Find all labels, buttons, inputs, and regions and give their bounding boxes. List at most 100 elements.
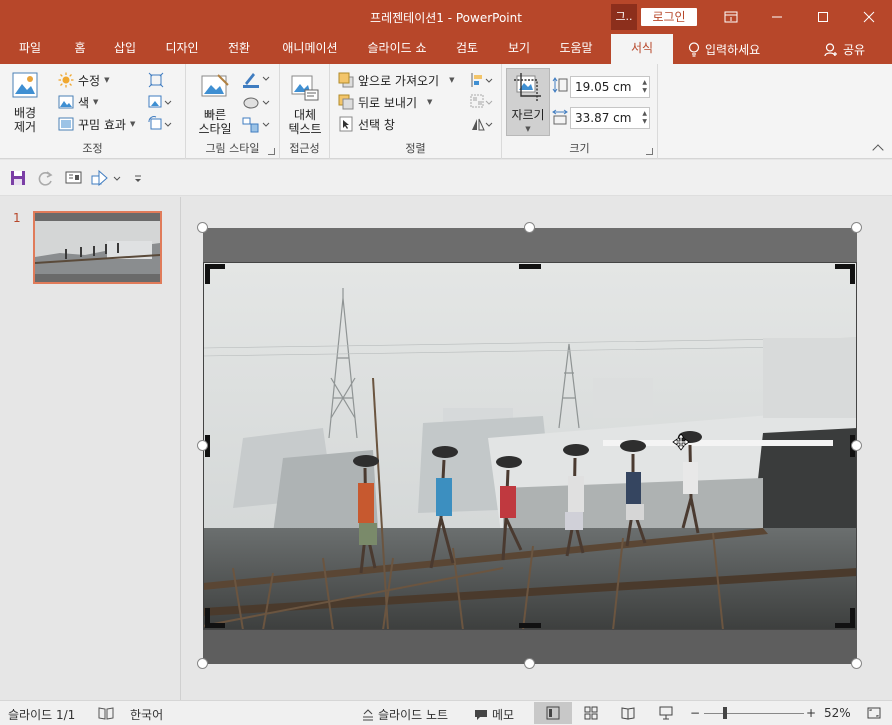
- tab-home[interactable]: 홈: [64, 34, 96, 64]
- tab-format[interactable]: 서식: [611, 34, 673, 64]
- selection-pane-icon: [339, 116, 353, 132]
- normal-view-button[interactable]: [534, 702, 572, 724]
- change-picture-icon[interactable]: [148, 94, 172, 110]
- rotate-icon[interactable]: [470, 116, 496, 132]
- picture-styles-dialog-launcher[interactable]: [268, 148, 275, 155]
- width-spinner[interactable]: ▲ ▼: [642, 110, 647, 126]
- alt-text-icon: [291, 75, 319, 101]
- minimize-button[interactable]: [754, 0, 800, 34]
- quick-styles-button[interactable]: 빠른 스타일: [190, 72, 240, 136]
- from-beginning-icon[interactable]: [64, 168, 84, 188]
- size-dialog-launcher[interactable]: [646, 148, 653, 155]
- crop-icon: [514, 73, 541, 101]
- slideshow-view-icon[interactable]: [659, 706, 673, 720]
- user-account-button[interactable]: 그..: [611, 4, 637, 30]
- resize-handle-top[interactable]: [524, 222, 535, 233]
- redo-icon[interactable]: [36, 168, 56, 188]
- resize-handle-bottom[interactable]: [524, 658, 535, 669]
- comments-label: 메모: [492, 708, 515, 722]
- close-button[interactable]: [846, 0, 892, 34]
- person-icon: [824, 42, 837, 56]
- tell-me-label: 입력하세요: [705, 43, 761, 57]
- send-backward-button[interactable]: 뒤로 보내기 ▼: [338, 92, 432, 112]
- ribbon-display-options-button[interactable]: [708, 0, 754, 34]
- remove-background-icon: [12, 72, 38, 98]
- color-button[interactable]: 색 ▼: [58, 92, 98, 112]
- notes-label: 슬라이드 노트: [378, 708, 449, 722]
- height-input[interactable]: 19.05 cm ▲ ▼: [570, 76, 650, 98]
- comments-button[interactable]: 메모: [474, 706, 514, 723]
- tab-help[interactable]: 도움말: [550, 34, 602, 64]
- quick-styles-label-2: 스타일: [198, 122, 232, 136]
- remove-background-button[interactable]: 배경 제거: [6, 70, 44, 134]
- quick-styles-label-1: 빠른: [203, 108, 227, 122]
- tab-animations[interactable]: 애니메이션: [272, 34, 348, 64]
- corrections-button[interactable]: 수정 ▼: [58, 70, 109, 90]
- picture-effects-icon[interactable]: [242, 94, 270, 112]
- tell-me-search[interactable]: 입력하세요: [688, 41, 760, 58]
- customize-toolbar-icon[interactable]: [130, 168, 150, 188]
- arrange-group-label: 정렬: [405, 142, 426, 155]
- artistic-effects-icon: [58, 117, 74, 131]
- crop-button[interactable]: 자르기 ▼: [506, 68, 550, 136]
- normal-view-icon: [546, 706, 560, 720]
- fit-to-window-icon[interactable]: [866, 706, 882, 720]
- resize-handle-top-left[interactable]: [197, 222, 208, 233]
- resize-handle-top-right[interactable]: [851, 222, 862, 233]
- cropped-picture[interactable]: [203, 228, 857, 664]
- zoom-in-button[interactable]: +: [806, 706, 816, 720]
- width-value: 33.87 cm: [575, 111, 632, 125]
- notes-button[interactable]: 슬라이드 노트: [362, 706, 448, 723]
- tab-slideshow[interactable]: 슬라이드 쇼: [358, 34, 436, 64]
- width-input[interactable]: 33.87 cm ▲ ▼: [570, 107, 650, 129]
- send-backward-icon: [338, 94, 354, 110]
- zoom-slider[interactable]: [704, 713, 804, 714]
- tab-review[interactable]: 검토: [446, 34, 488, 64]
- resize-handle-bottom-left[interactable]: [197, 658, 208, 669]
- accessibility-checker-icon[interactable]: [98, 706, 114, 720]
- accessibility-group-label: 접근성: [289, 142, 320, 155]
- picture-layout-icon[interactable]: [242, 116, 270, 134]
- shapes-icon[interactable]: [90, 168, 124, 188]
- collapse-ribbon-icon[interactable]: [872, 144, 884, 156]
- share-button[interactable]: 공유: [824, 41, 865, 58]
- reading-view-icon[interactable]: [621, 706, 635, 720]
- bring-forward-button[interactable]: 앞으로 가져오기 ▼: [338, 70, 455, 90]
- slide-thumbnail[interactable]: [33, 211, 162, 284]
- selection-pane-label: 선택 창: [358, 117, 395, 132]
- login-button[interactable]: 로그인: [641, 8, 697, 26]
- slide-sorter-icon[interactable]: [584, 706, 598, 720]
- chevron-down-icon: ▼: [525, 125, 531, 133]
- resize-handle-right[interactable]: [851, 440, 862, 451]
- lightbulb-icon: [688, 42, 700, 57]
- send-backward-label: 뒤로 보내기: [358, 95, 418, 110]
- reset-picture-icon[interactable]: [148, 116, 172, 132]
- tab-design[interactable]: 디자인: [156, 34, 208, 64]
- quick-access-toolbar: [0, 160, 892, 196]
- height-spinner[interactable]: ▲ ▼: [642, 79, 647, 95]
- adjust-group: 배경 제거 수정 ▼ 색 ▼ 꾸밈 효과 ▼ 조정: [0, 64, 186, 159]
- compress-pictures-icon[interactable]: [148, 72, 164, 88]
- resize-handle-left[interactable]: [197, 440, 208, 451]
- zoom-out-button[interactable]: −: [690, 706, 700, 720]
- tab-insert[interactable]: 삽입: [104, 34, 146, 64]
- tab-transitions[interactable]: 전환: [218, 34, 260, 64]
- selection-pane-button[interactable]: 선택 창: [338, 114, 395, 134]
- picture-border-icon[interactable]: [242, 70, 270, 88]
- ribbon-display-icon: [724, 11, 738, 23]
- picture-styles-label: 그림 스타일: [205, 142, 260, 155]
- resize-handle-bottom-right[interactable]: [851, 658, 862, 669]
- tab-file[interactable]: 파일: [6, 34, 54, 64]
- tab-view[interactable]: 보기: [498, 34, 540, 64]
- zoom-level[interactable]: 52%: [824, 706, 851, 720]
- maximize-button[interactable]: [800, 0, 846, 34]
- maximize-icon: [818, 12, 828, 22]
- save-icon[interactable]: [8, 168, 28, 188]
- language-indicator[interactable]: 한국어: [130, 706, 163, 723]
- zoom-slider-thumb[interactable]: [723, 707, 727, 719]
- artistic-effects-button[interactable]: 꾸밈 효과 ▼: [58, 114, 135, 134]
- group-objects-icon[interactable]: [470, 94, 496, 110]
- align-icon[interactable]: [470, 72, 496, 88]
- alt-text-button[interactable]: 대체 텍스트: [284, 72, 326, 136]
- artistic-effects-label: 꾸밈 효과: [78, 117, 126, 132]
